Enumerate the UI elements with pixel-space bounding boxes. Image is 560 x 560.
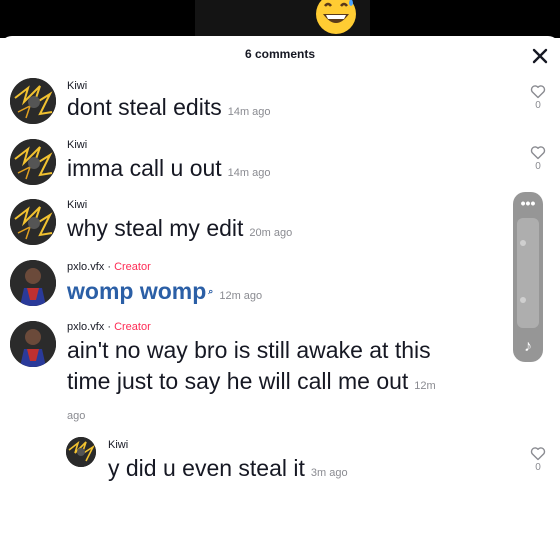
avatar[interactable] [10,260,56,306]
comment-time: 12m ago [219,290,263,302]
comment-time-continued: ago [67,410,86,422]
video-background [0,0,560,38]
floating-scroller[interactable]: ••• ♪ [513,192,543,362]
comment-username[interactable]: pxlo.vfx · Creator [67,261,151,273]
comment-username[interactable]: Kiwi [67,80,87,92]
creator-badge: Creator [114,261,151,273]
comment-username[interactable]: Kiwi [67,139,87,151]
avatar[interactable] [10,199,56,245]
comment-text-continued: time just to say he will call me out 12m [67,368,436,394]
heart-icon [530,85,546,99]
like-button[interactable]: 0 [530,84,546,111]
comment-username[interactable]: pxlo.vfx · Creator [67,321,151,333]
comment-username[interactable]: Kiwi [67,199,87,211]
comment-text: imma call u out 14m ago [67,155,271,181]
avatar[interactable] [10,321,56,367]
close-icon[interactable] [530,46,550,66]
scroll-indicator [520,240,526,246]
comments-header: 6 comments [0,36,560,72]
avatar[interactable] [66,437,96,467]
comments-count: 6 comments [244,47,316,61]
comment-time: 14m ago [227,106,271,118]
like-count: 0 [535,100,541,111]
heart-icon [530,447,546,461]
comment-time: 20m ago [249,227,293,239]
avatar[interactable] [10,78,56,124]
scroll-indicator [520,297,526,303]
comment-time: 12m [414,380,436,392]
more-icon[interactable]: ••• [513,196,543,210]
like-button[interactable]: 0 [530,145,546,172]
comment-text: dont steal edits 14m ago [67,94,271,120]
creator-badge: Creator [114,321,151,333]
music-note-icon[interactable]: ♪ [513,338,543,356]
comment-time: 14m ago [227,167,271,179]
grinning-sweat-emoji [316,0,356,34]
comment-username[interactable]: Kiwi [108,439,128,451]
comment-text: ain't no way bro is still awake at this [67,337,431,363]
like-count: 0 [535,161,541,172]
search-icon[interactable]: ⌕ [208,286,213,296]
comment-time: 3m ago [310,467,348,479]
comment-text: why steal my edit 20m ago [67,215,293,241]
scroll-track[interactable] [517,218,539,328]
like-button[interactable]: 0 [530,446,546,473]
comment-text: womp womp ⌕ 12m ago [67,278,263,304]
comment-text: y did u even steal it 3m ago [108,455,348,481]
heart-icon [530,146,546,160]
avatar[interactable] [10,139,56,185]
like-count: 0 [535,462,541,473]
